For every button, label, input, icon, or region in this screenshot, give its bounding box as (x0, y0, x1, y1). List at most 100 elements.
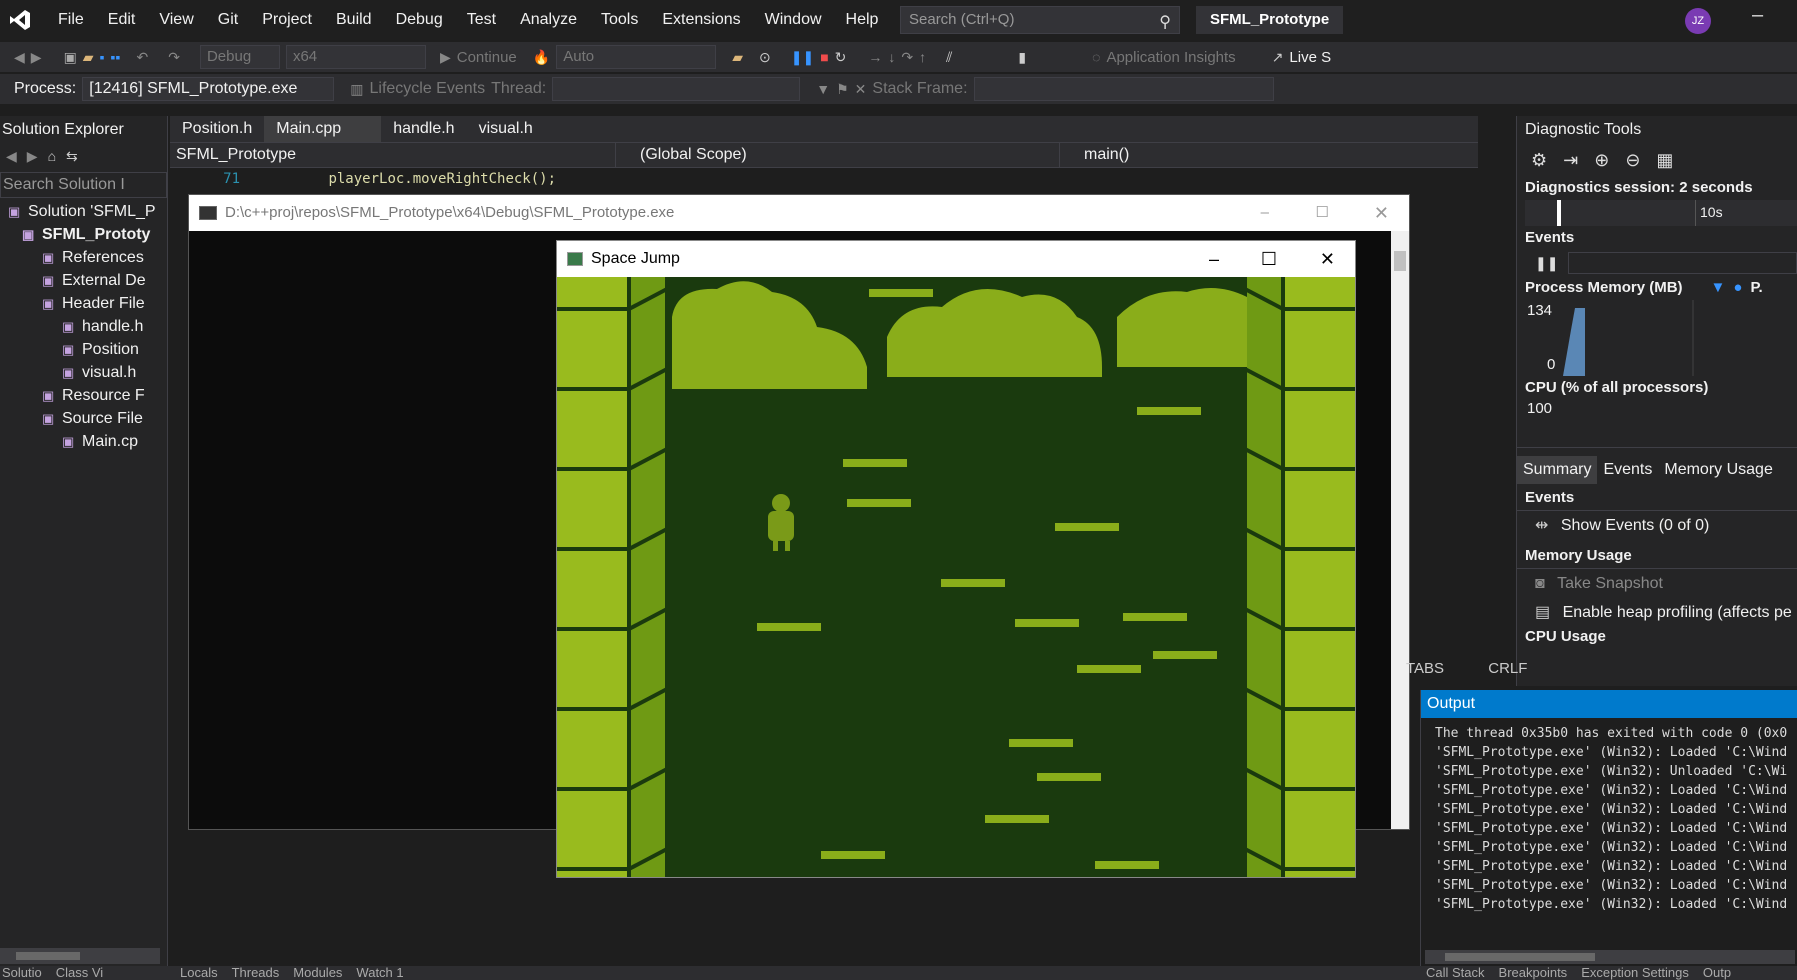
menu-extensions[interactable]: Extensions (650, 0, 752, 40)
tab-position-h[interactable]: Position.h (170, 116, 264, 142)
code-text[interactable]: playerLoc.moveRightCheck(); (328, 171, 556, 187)
zoom-in-icon[interactable]: ⊕ (1594, 150, 1609, 171)
show-next-statement-icon[interactable]: → (868, 49, 882, 65)
thread-dropdown[interactable] (552, 77, 801, 101)
bottom-tab-outp[interactable]: Outp (1703, 966, 1731, 980)
menu-debug[interactable]: Debug (384, 0, 455, 40)
tree-item[interactable]: ▣ Source File (0, 407, 167, 430)
undo-icon[interactable]: ↶ (136, 49, 148, 66)
live-share-button[interactable]: Live S (1289, 49, 1331, 66)
timeline[interactable]: 10s (1525, 200, 1797, 226)
bottom-tab-breakpoints[interactable]: Breakpoints (1499, 966, 1568, 980)
platform-dropdown[interactable]: x64 (285, 45, 426, 69)
step-into-icon[interactable]: ↓ (888, 49, 895, 65)
cpu-section[interactable]: CPU (% of all processors) (1517, 376, 1797, 400)
tab-visual-h[interactable]: visual.h (467, 116, 545, 142)
tree-item[interactable]: ▣ handle.h (0, 315, 167, 338)
switch-views-icon[interactable]: ⇆ (66, 144, 78, 168)
step-over-icon[interactable]: ↷ (901, 49, 913, 66)
pause-icon[interactable]: ❚❚ (791, 49, 814, 66)
bottom-tab-call-stack[interactable]: Call Stack (1426, 966, 1485, 980)
step-out-icon[interactable]: ↑ (919, 49, 926, 65)
stack-frame-dropdown[interactable] (973, 77, 1274, 101)
tree-item[interactable]: ▣ visual.h (0, 361, 167, 384)
filter-icon[interactable]: ▼ (816, 81, 830, 97)
bottom-tab-modules[interactable]: Modules (293, 966, 342, 980)
take-snapshot-row[interactable]: ◙ Take Snapshot (1517, 568, 1797, 598)
save-all-icon[interactable]: ▪▪ (111, 49, 121, 65)
restart-icon[interactable]: ↻ (835, 49, 847, 66)
bottom-tab-solutio[interactable]: Solutio (2, 966, 42, 980)
settings-gear-icon[interactable]: ⚙ (1531, 150, 1547, 171)
reset-zoom-icon[interactable]: ▦ (1656, 150, 1673, 171)
menu-git[interactable]: Git (206, 0, 250, 40)
console-title-bar[interactable]: D:\c++proj\repos\SFML_Prototype\x64\Debu… (189, 195, 1409, 231)
bottom-tab-threads[interactable]: Threads (232, 966, 280, 980)
threads-icon[interactable]: ⫽ (946, 49, 952, 66)
tree-item[interactable]: ▣ Header File (0, 292, 167, 315)
bottom-tab-locals[interactable]: Locals (180, 966, 218, 980)
tree-item[interactable]: ▣ Resource F (0, 384, 167, 407)
menu-help[interactable]: Help (834, 0, 891, 40)
diag-tab-events[interactable]: Events (1597, 456, 1658, 484)
bottom-tab-exception-settings[interactable]: Exception Settings (1581, 966, 1689, 980)
bookmark-icon[interactable]: ▮ (1018, 49, 1026, 66)
open-file-icon[interactable]: ▰ (732, 49, 743, 66)
lifecycle-events-button[interactable]: Lifecycle Events (369, 80, 485, 98)
maximize-button[interactable]: ☐ (1261, 241, 1277, 277)
menu-edit[interactable]: Edit (96, 0, 148, 40)
show-events-row[interactable]: ⇹ Show Events (0 of 0) (1517, 510, 1797, 540)
lifecycle-icon[interactable]: ▥ (350, 81, 363, 98)
horizontal-scrollbar[interactable] (0, 948, 160, 964)
process-memory-section[interactable]: Process Memory (MB) ▼ ● P. (1517, 276, 1797, 300)
process-dropdown[interactable]: [12416] SFML_Prototype.exe (82, 77, 335, 101)
forward-icon[interactable]: ▶ (27, 144, 38, 168)
tab-handle-h[interactable]: handle.h (381, 116, 466, 142)
menu-project[interactable]: Project (250, 0, 324, 40)
auto-dropdown[interactable]: Auto (556, 45, 717, 69)
close-button[interactable]: ✕ (1320, 241, 1335, 277)
pause-icon[interactable]: ❚❚ (1535, 255, 1558, 272)
application-insights-button[interactable]: Application Insights (1106, 49, 1235, 66)
show-events-label[interactable]: Show Events (0 of 0) (1561, 517, 1710, 534)
game-title-bar[interactable]: Space Jump – ☐ ✕ (557, 241, 1355, 277)
continue-button[interactable]: Continue (457, 49, 517, 66)
output-scrollbar[interactable] (1425, 950, 1795, 964)
menu-build[interactable]: Build (324, 0, 384, 40)
line-ending-indicator[interactable]: CRLF (1488, 660, 1527, 677)
menu-view[interactable]: View (147, 0, 205, 40)
open-folder-icon[interactable]: ▰ (83, 49, 94, 66)
stop-icon[interactable]: ■ (820, 49, 828, 65)
tab-main-cpp[interactable]: Main.cpp (264, 116, 382, 142)
take-snapshot-button[interactable]: Take Snapshot (1557, 575, 1663, 592)
maximize-button[interactable]: ☐ (1316, 195, 1329, 231)
code-line[interactable]: 71 playerLoc.moveRightCheck(); (170, 168, 1478, 190)
export-icon[interactable]: ⇥ (1563, 150, 1578, 171)
configuration-dropdown[interactable]: Debug (199, 45, 280, 69)
bottom-tab-watch-1[interactable]: Watch 1 (356, 966, 403, 980)
minimize-button[interactable]: – (1209, 241, 1219, 277)
live-share-icon[interactable]: ↗ (1272, 49, 1284, 66)
continue-icon[interactable]: ▶ (440, 49, 451, 66)
tree-item[interactable]: ▣ Position (0, 338, 167, 361)
diag-tab-memory-usage[interactable]: Memory Usage (1658, 456, 1778, 484)
menu-test[interactable]: Test (455, 0, 508, 40)
search-input[interactable]: Search (Ctrl+Q) ⚲ (900, 6, 1180, 34)
tree-item[interactable]: ▣ SFML_Prototy (0, 223, 167, 246)
new-project-icon[interactable]: ▣ (64, 49, 77, 66)
console-scrollbar[interactable] (1391, 231, 1409, 829)
function-dropdown[interactable]: main() (1060, 143, 1460, 167)
scope-dropdown[interactable]: (Global Scope) (616, 143, 1060, 167)
solution-search-input[interactable]: Search Solution I (0, 172, 167, 198)
tree-item[interactable]: ▣ External De (0, 269, 167, 292)
menu-analyze[interactable]: Analyze (508, 0, 589, 40)
menu-file[interactable]: File (46, 0, 96, 40)
forward-icon[interactable]: ▶ (31, 49, 42, 66)
tree-item[interactable]: ▣ Main.cp (0, 430, 167, 453)
insights-icon[interactable]: ◌ (1092, 49, 1100, 65)
tree-item[interactable]: ▣ References (0, 246, 167, 269)
hot-reload-icon[interactable]: 🔥 (533, 49, 550, 66)
game-window[interactable]: Space Jump – ☐ ✕ (556, 240, 1356, 878)
avatar[interactable]: JZ (1685, 8, 1711, 34)
stack-frame-icon[interactable]: ✕ (855, 81, 867, 98)
